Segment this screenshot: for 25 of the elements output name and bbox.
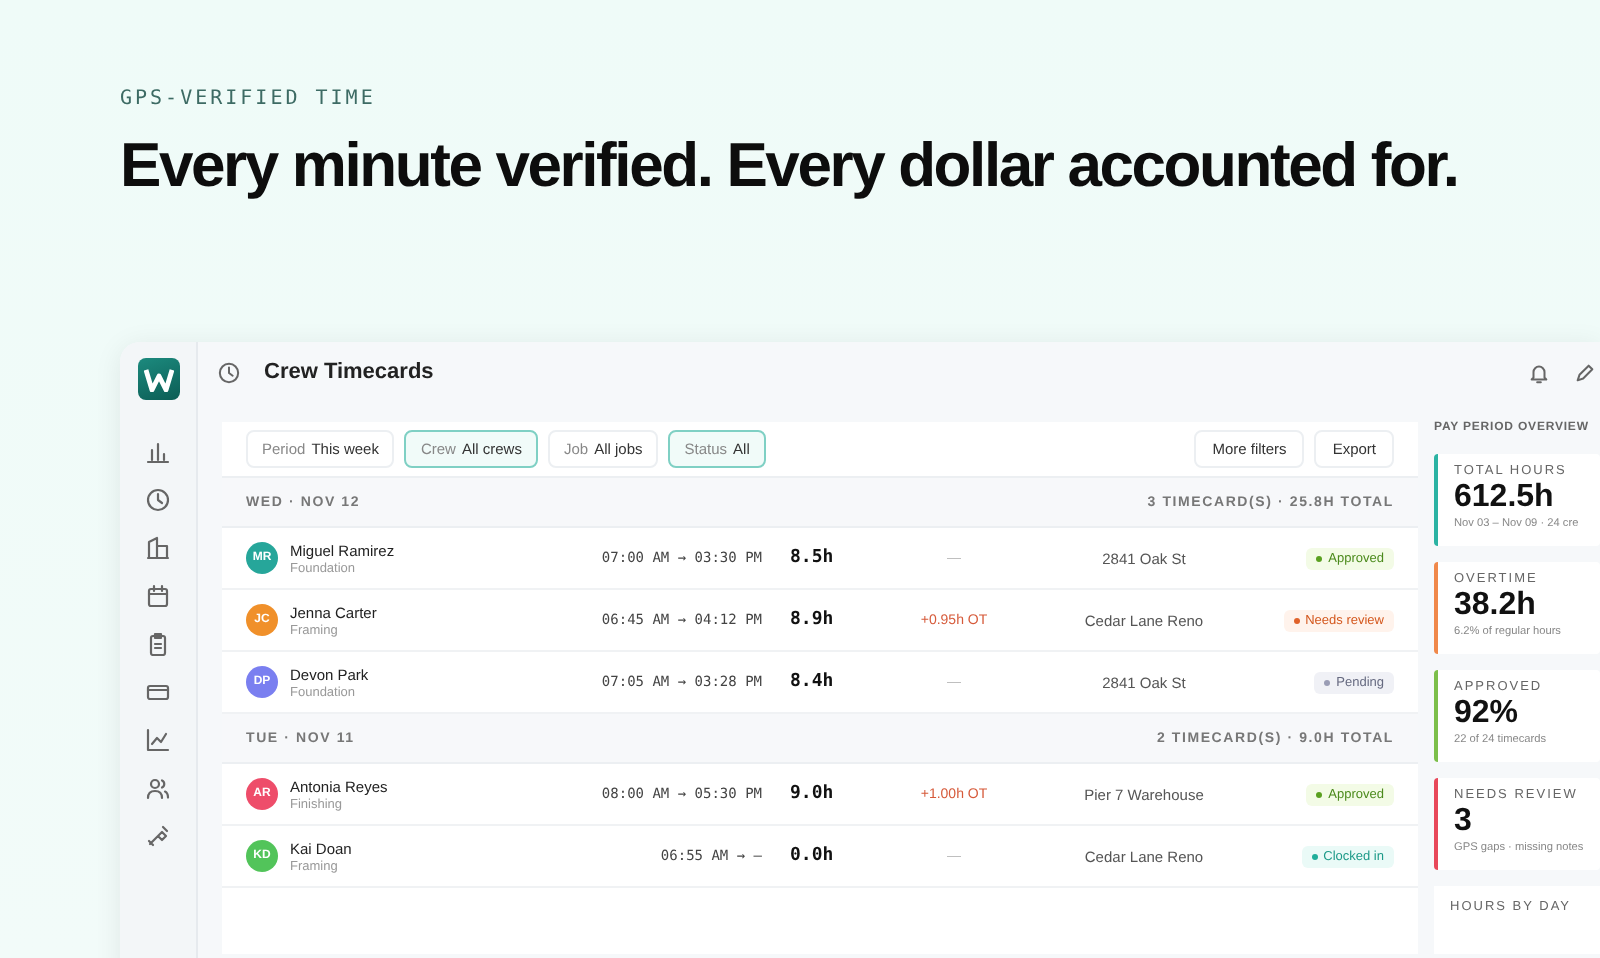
hours-value: 0.0h [790, 846, 836, 866]
users-icon[interactable] [146, 776, 170, 800]
credit-card-icon[interactable] [146, 680, 170, 704]
hours-value: 8.5h [790, 548, 836, 568]
tools-icon[interactable] [146, 824, 170, 848]
page-title: Crew Timecards [264, 360, 434, 384]
pencil-icon[interactable] [1574, 361, 1596, 383]
hours-value: 8.9h [790, 610, 836, 630]
hours-value: 8.4h [790, 672, 836, 692]
stat-value: 612.5h [1454, 480, 1556, 516]
hours-value: 9.0h [790, 784, 836, 804]
bell-icon[interactable] [1528, 361, 1550, 383]
stat-value: 92% [1454, 696, 1521, 732]
clipboard-icon[interactable] [146, 632, 170, 656]
calendar-icon[interactable] [146, 584, 170, 608]
line-chart-icon[interactable] [146, 728, 170, 752]
headline: Every minute verified. Every dollar accounted for. [120, 130, 1460, 202]
clock-icon[interactable] [218, 361, 240, 383]
logo-icon[interactable] [137, 358, 179, 400]
stat-value: 3 [1454, 804, 1474, 840]
stat-value: 38.2h [1454, 588, 1538, 624]
building-icon[interactable] [146, 536, 170, 560]
clock-icon[interactable] [146, 488, 170, 512]
eyebrow-label: GPS-VERIFIED TIME [120, 88, 378, 110]
bar-chart-icon[interactable] [146, 440, 170, 464]
